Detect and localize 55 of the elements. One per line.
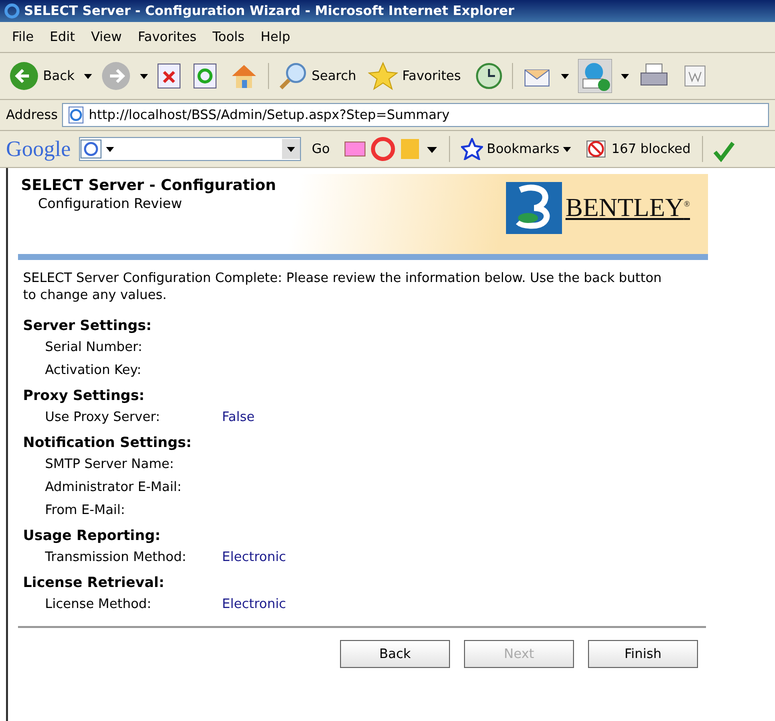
menu-item[interactable]: Tools (206, 30, 251, 44)
search-icon (278, 61, 308, 91)
document-icon (682, 63, 708, 89)
logo-icon (506, 182, 562, 234)
google-search-field[interactable] (78, 137, 301, 161)
caret-icon[interactable] (563, 146, 572, 152)
menu-item[interactable]: File (6, 30, 40, 44)
field-label: Activation Key: (45, 363, 142, 378)
address-label: Address (6, 108, 58, 122)
g-logo-icon (80, 139, 116, 159)
section-heading: License Retrieval: (23, 575, 166, 591)
field-label: Use Proxy Server: (45, 410, 161, 425)
menu-item[interactable]: Edit (44, 30, 81, 44)
window-title: SELECT Server - Configuration Wizard - Microsoft Internet Explorer (24, 4, 514, 18)
menu-item[interactable]: Help (254, 30, 296, 44)
page-subtitle: Configuration Review (37, 195, 184, 212)
caret-icon[interactable] (620, 74, 629, 78)
section-heading: Server Settings: (23, 318, 153, 334)
field-label: Serial Number: (45, 340, 144, 355)
field-value: Electronic (222, 550, 288, 565)
logo-name: BENTLEY$^{®}$ (566, 193, 690, 223)
field-label: SMTP Server Name: (45, 457, 175, 472)
caret-icon[interactable] (84, 74, 92, 78)
caret-icon[interactable] (560, 74, 569, 78)
field-label: Administrator E-Mail: (45, 480, 182, 495)
page-title: SELECT Server - Configuration (20, 175, 276, 194)
caret-icon[interactable] (140, 74, 148, 78)
section-heading: Usage Reporting: (23, 528, 162, 544)
refresh-icon (192, 63, 217, 89)
section-heading: Notification Settings: (23, 435, 193, 451)
wizard-button[interactable]: Finish (588, 640, 698, 668)
favorites-button[interactable]: Favorites (365, 58, 464, 94)
back-button[interactable]: Back (6, 58, 78, 94)
section-heading: Proxy Settings: (23, 388, 146, 404)
blocked-icon (585, 138, 608, 160)
field-label: License Method: (45, 597, 152, 612)
field-value: False (222, 410, 256, 425)
field-label: Transmission Method: (45, 550, 188, 565)
address-field[interactable]: http://localhost/BSS/Admin/Setup.aspx?Step=Summary (62, 103, 769, 127)
field-value: Electronic (222, 597, 288, 612)
field-label: From E-Mail: (45, 503, 126, 518)
stop-icon (156, 63, 181, 89)
search-button[interactable]: Search (274, 58, 360, 94)
menu-item[interactable]: View (84, 30, 128, 44)
phone-icon (578, 59, 612, 93)
google-logo: Google (6, 136, 71, 162)
bookmarks-button[interactable]: Bookmarks (458, 131, 574, 167)
star-icon (368, 61, 398, 91)
menu-item[interactable]: Favorites (132, 30, 203, 44)
popup-blocker-button[interactable]: 167 blocked (582, 131, 694, 167)
star-outline-icon (460, 138, 483, 160)
intro-text: SELECT Server Configuration Complete: Please review the information below. Use the back button to change any values. (23, 270, 663, 304)
wizard-button[interactable]: Back (340, 640, 450, 668)
go-button[interactable]: Go (308, 131, 333, 167)
page-icon (66, 106, 85, 124)
